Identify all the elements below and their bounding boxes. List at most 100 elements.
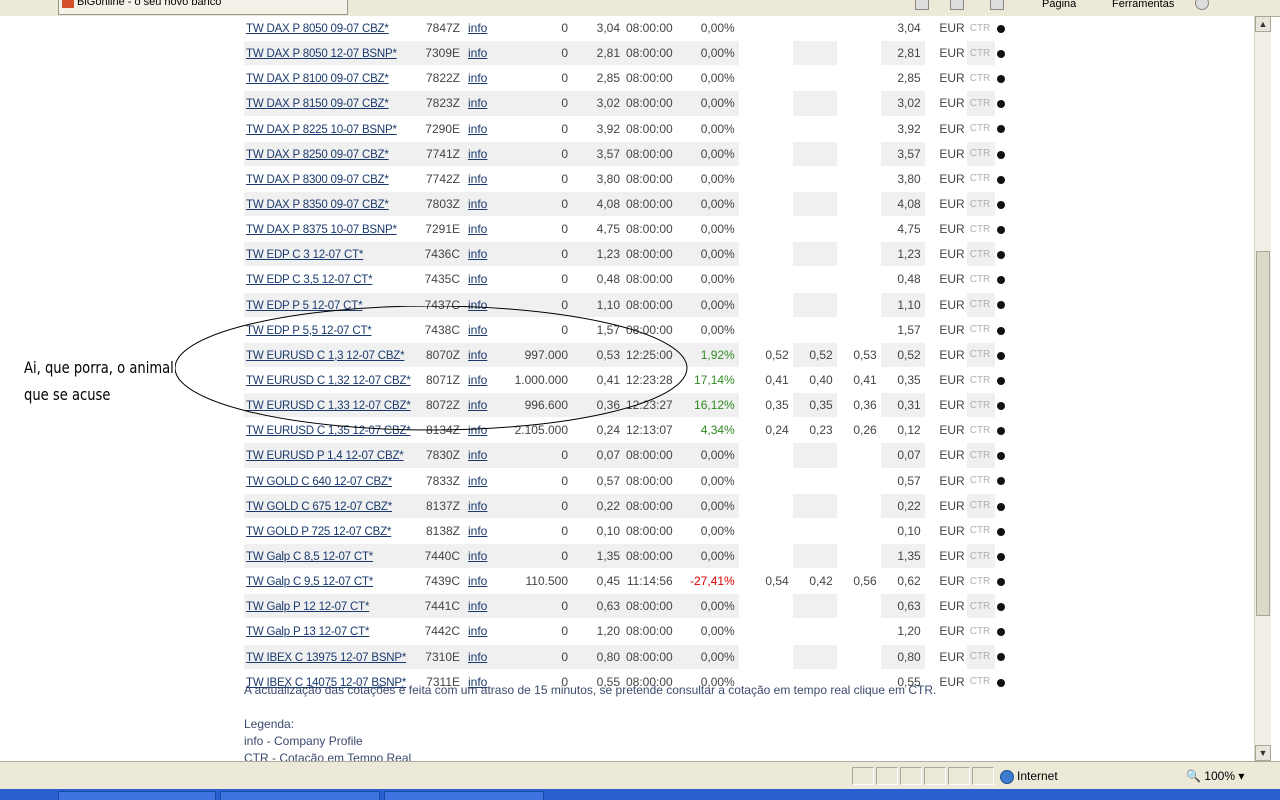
instrument-name-link[interactable]: TW DAX P 8050 09-07 CBZ* (246, 23, 389, 35)
info-link[interactable]: info (466, 543, 502, 570)
instrument-name-link[interactable]: TW GOLD C 675 12-07 CBZ* (244, 493, 422, 519)
ctr-link[interactable]: CTR (966, 644, 995, 670)
instrument-name-link[interactable]: TW Galp P 12 12-07 CT* (244, 593, 422, 620)
info-link[interactable]: info (466, 16, 502, 42)
info-link[interactable]: info (468, 599, 487, 613)
instrument-name-link[interactable]: TW Galp C 8,5 12-07 CT* (246, 551, 373, 563)
scroll-thumb[interactable] (1256, 251, 1270, 616)
instrument-name-link[interactable]: TW EDP C 3 12-07 CT* (244, 241, 422, 268)
ctr-link[interactable]: CTR (966, 417, 995, 444)
info-link[interactable]: info (466, 216, 502, 243)
instrument-name-link[interactable]: TW Galp C 9,5 12-07 CT* (246, 576, 373, 588)
instrument-name-link[interactable]: TW GOLD P 725 12-07 CBZ* (244, 518, 422, 544)
info-link[interactable]: info (468, 197, 487, 211)
info-link[interactable]: info (466, 191, 502, 218)
info-link[interactable]: info (468, 499, 487, 513)
info-link[interactable]: info (466, 593, 502, 620)
ctr-link[interactable]: CTR (966, 518, 995, 544)
info-link[interactable]: info (468, 71, 487, 85)
ctr-link[interactable]: CTR (966, 141, 995, 167)
info-link[interactable]: info (468, 247, 487, 261)
info-link[interactable]: info (466, 241, 502, 268)
instrument-name-link[interactable]: TW DAX P 8350 09-07 CBZ* (246, 199, 389, 211)
info-link[interactable]: info (468, 122, 487, 136)
info-link[interactable]: info (468, 574, 487, 588)
info-link[interactable]: info (468, 21, 487, 35)
instrument-name-link[interactable]: TW EDP C 3,5 12-07 CT* (246, 274, 373, 286)
info-link[interactable]: info (468, 474, 487, 488)
instrument-name-link[interactable]: TW EDP C 3 12-07 CT* (246, 249, 363, 261)
instrument-name-link[interactable]: TW Galp C 9,5 12-07 CT* (244, 568, 422, 595)
instrument-name-link[interactable]: TW DAX P 8350 09-07 CBZ* (244, 191, 422, 218)
ctr-link[interactable]: CTR (966, 593, 995, 620)
instrument-name-link[interactable]: TW DAX P 8300 09-07 CBZ* (246, 174, 389, 186)
info-link[interactable]: info (466, 493, 502, 519)
info-link[interactable]: info (466, 618, 502, 645)
instrument-name-link[interactable]: TW DAX P 8050 09-07 CBZ* (244, 16, 422, 42)
ctr-link[interactable]: CTR (966, 543, 995, 570)
instrument-name-link[interactable]: TW DAX P 8050 12-07 BSNP* (246, 48, 397, 60)
instrument-name-link[interactable]: TW GOLD C 675 12-07 CBZ* (246, 501, 392, 513)
mail-icon[interactable] (990, 0, 1004, 10)
info-link[interactable]: info (468, 222, 487, 236)
instrument-name-link[interactable]: TW DAX P 8100 09-07 CBZ* (246, 73, 389, 85)
ctr-link[interactable]: CTR (966, 317, 995, 343)
page-menu-button[interactable]: Página (1042, 0, 1076, 11)
taskbar-button[interactable] (58, 791, 216, 800)
info-link[interactable]: info (466, 116, 502, 142)
info-link[interactable]: info (466, 166, 502, 192)
info-link[interactable]: info (466, 468, 502, 494)
instrument-name-link[interactable]: TW DAX P 8250 09-07 CBZ* (244, 141, 422, 167)
info-link[interactable]: info (466, 518, 502, 544)
ctr-link[interactable]: CTR (966, 116, 995, 142)
ctr-link[interactable]: CTR (966, 568, 995, 595)
info-link[interactable]: info (468, 46, 487, 60)
ctr-link[interactable]: CTR (966, 241, 995, 268)
ctr-link[interactable]: CTR (966, 669, 995, 695)
instrument-name-link[interactable]: TW DAX P 8300 09-07 CBZ* (244, 166, 422, 192)
instrument-name-link[interactable]: TW DAX P 8050 12-07 BSNP* (244, 40, 422, 67)
instrument-name-link[interactable]: TW DAX P 8100 09-07 CBZ* (244, 65, 422, 92)
info-link[interactable]: info (466, 141, 502, 167)
instrument-name-link[interactable]: TW Galp P 12 12-07 CT* (246, 601, 369, 613)
info-link[interactable]: info (468, 147, 487, 161)
info-link[interactable]: info (466, 40, 502, 67)
info-link[interactable]: info (468, 549, 487, 563)
info-link[interactable]: info (466, 644, 502, 670)
ctr-link[interactable]: CTR (966, 40, 995, 67)
ctr-link[interactable]: CTR (966, 367, 995, 394)
feeds-icon[interactable] (915, 0, 929, 10)
print-icon[interactable] (950, 0, 964, 10)
tools-menu-button[interactable]: Ferramentas (1112, 0, 1174, 11)
instrument-name-link[interactable]: TW Galp P 13 12-07 CT* (246, 626, 369, 638)
ctr-link[interactable]: CTR (966, 618, 995, 645)
instrument-name-link[interactable]: TW DAX P 8150 09-07 CBZ* (244, 90, 422, 117)
instrument-name-link[interactable]: TW DAX P 8375 10-07 BSNP* (246, 224, 397, 236)
info-link[interactable]: info (468, 650, 487, 664)
info-link[interactable]: info (466, 65, 502, 92)
ctr-link[interactable]: CTR (966, 166, 995, 192)
info-link[interactable]: info (466, 568, 502, 595)
ctr-link[interactable]: CTR (966, 216, 995, 243)
help-icon[interactable] (1195, 0, 1209, 10)
ctr-link[interactable]: CTR (966, 65, 995, 92)
ctr-link[interactable]: CTR (966, 16, 995, 42)
instrument-name-link[interactable]: TW DAX P 8225 10-07 BSNP* (244, 116, 422, 142)
instrument-name-link[interactable]: TW Galp C 8,5 12-07 CT* (244, 543, 422, 570)
ctr-link[interactable]: CTR (966, 392, 995, 419)
info-link[interactable]: info (468, 524, 487, 538)
instrument-name-link[interactable]: TW GOLD C 640 12-07 CBZ* (246, 476, 392, 488)
instrument-name-link[interactable]: TW IBEX C 13975 12-07 BSNP* (244, 644, 422, 670)
security-zone[interactable]: Internet (1000, 767, 1058, 785)
instrument-name-link[interactable]: TW IBEX C 13975 12-07 BSNP* (246, 652, 406, 664)
instrument-name-link[interactable]: TW GOLD C 640 12-07 CBZ* (244, 468, 422, 494)
vertical-scrollbar[interactable]: ▲ ▼ (1254, 16, 1271, 761)
instrument-name-link[interactable]: TW EDP C 3,5 12-07 CT* (244, 266, 422, 293)
taskbar-button[interactable] (220, 791, 380, 800)
ctr-link[interactable]: CTR (966, 292, 995, 318)
ctr-link[interactable]: CTR (966, 442, 995, 469)
info-link[interactable]: info (468, 272, 487, 286)
instrument-name-link[interactable]: TW Galp P 13 12-07 CT* (244, 618, 422, 645)
info-link[interactable]: info (466, 266, 502, 293)
scroll-up-arrow-icon[interactable]: ▲ (1255, 16, 1271, 32)
